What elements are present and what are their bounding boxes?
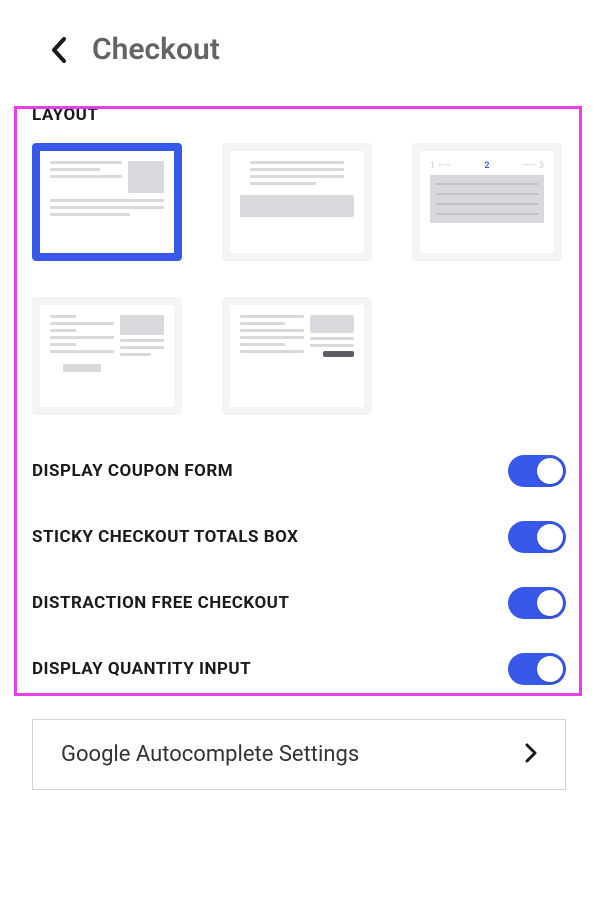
toggle-label-coupon: DISPLAY COUPON FORM xyxy=(32,461,233,481)
layout-option-4[interactable] xyxy=(32,297,182,415)
toggle-row-sticky: STICKY CHECKOUT TOTALS BOX xyxy=(0,521,598,553)
layout-option-3[interactable]: 1 ——2—— 3 xyxy=(412,143,562,261)
toggle-sticky[interactable] xyxy=(508,521,566,553)
toggle-coupon[interactable] xyxy=(508,455,566,487)
toggle-row-distraction: DISTRACTION FREE CHECKOUT xyxy=(0,587,598,619)
layout-options-grid: 1 ——2—— 3 xyxy=(32,143,566,415)
layout-option-2[interactable] xyxy=(222,143,372,261)
layout-section-title: LAYOUT xyxy=(32,105,566,125)
toggle-row-coupon: DISPLAY COUPON FORM xyxy=(0,455,598,487)
accordion-label: Google Autocomplete Settings xyxy=(61,742,359,767)
chevron-right-icon xyxy=(525,743,537,767)
google-autocomplete-settings-button[interactable]: Google Autocomplete Settings xyxy=(32,719,566,790)
toggle-label-sticky: STICKY CHECKOUT TOTALS BOX xyxy=(32,527,298,547)
toggle-label-distraction: DISTRACTION FREE CHECKOUT xyxy=(32,593,289,613)
toggle-row-quantity: DISPLAY QUANTITY INPUT xyxy=(0,653,598,685)
layout-option-1[interactable] xyxy=(32,143,182,261)
toggle-distraction[interactable] xyxy=(508,587,566,619)
page-title: Checkout xyxy=(92,32,220,67)
toggle-label-quantity: DISPLAY QUANTITY INPUT xyxy=(32,659,251,679)
layout-option-5[interactable] xyxy=(222,297,372,415)
back-icon[interactable] xyxy=(50,36,68,64)
toggle-quantity[interactable] xyxy=(508,653,566,685)
